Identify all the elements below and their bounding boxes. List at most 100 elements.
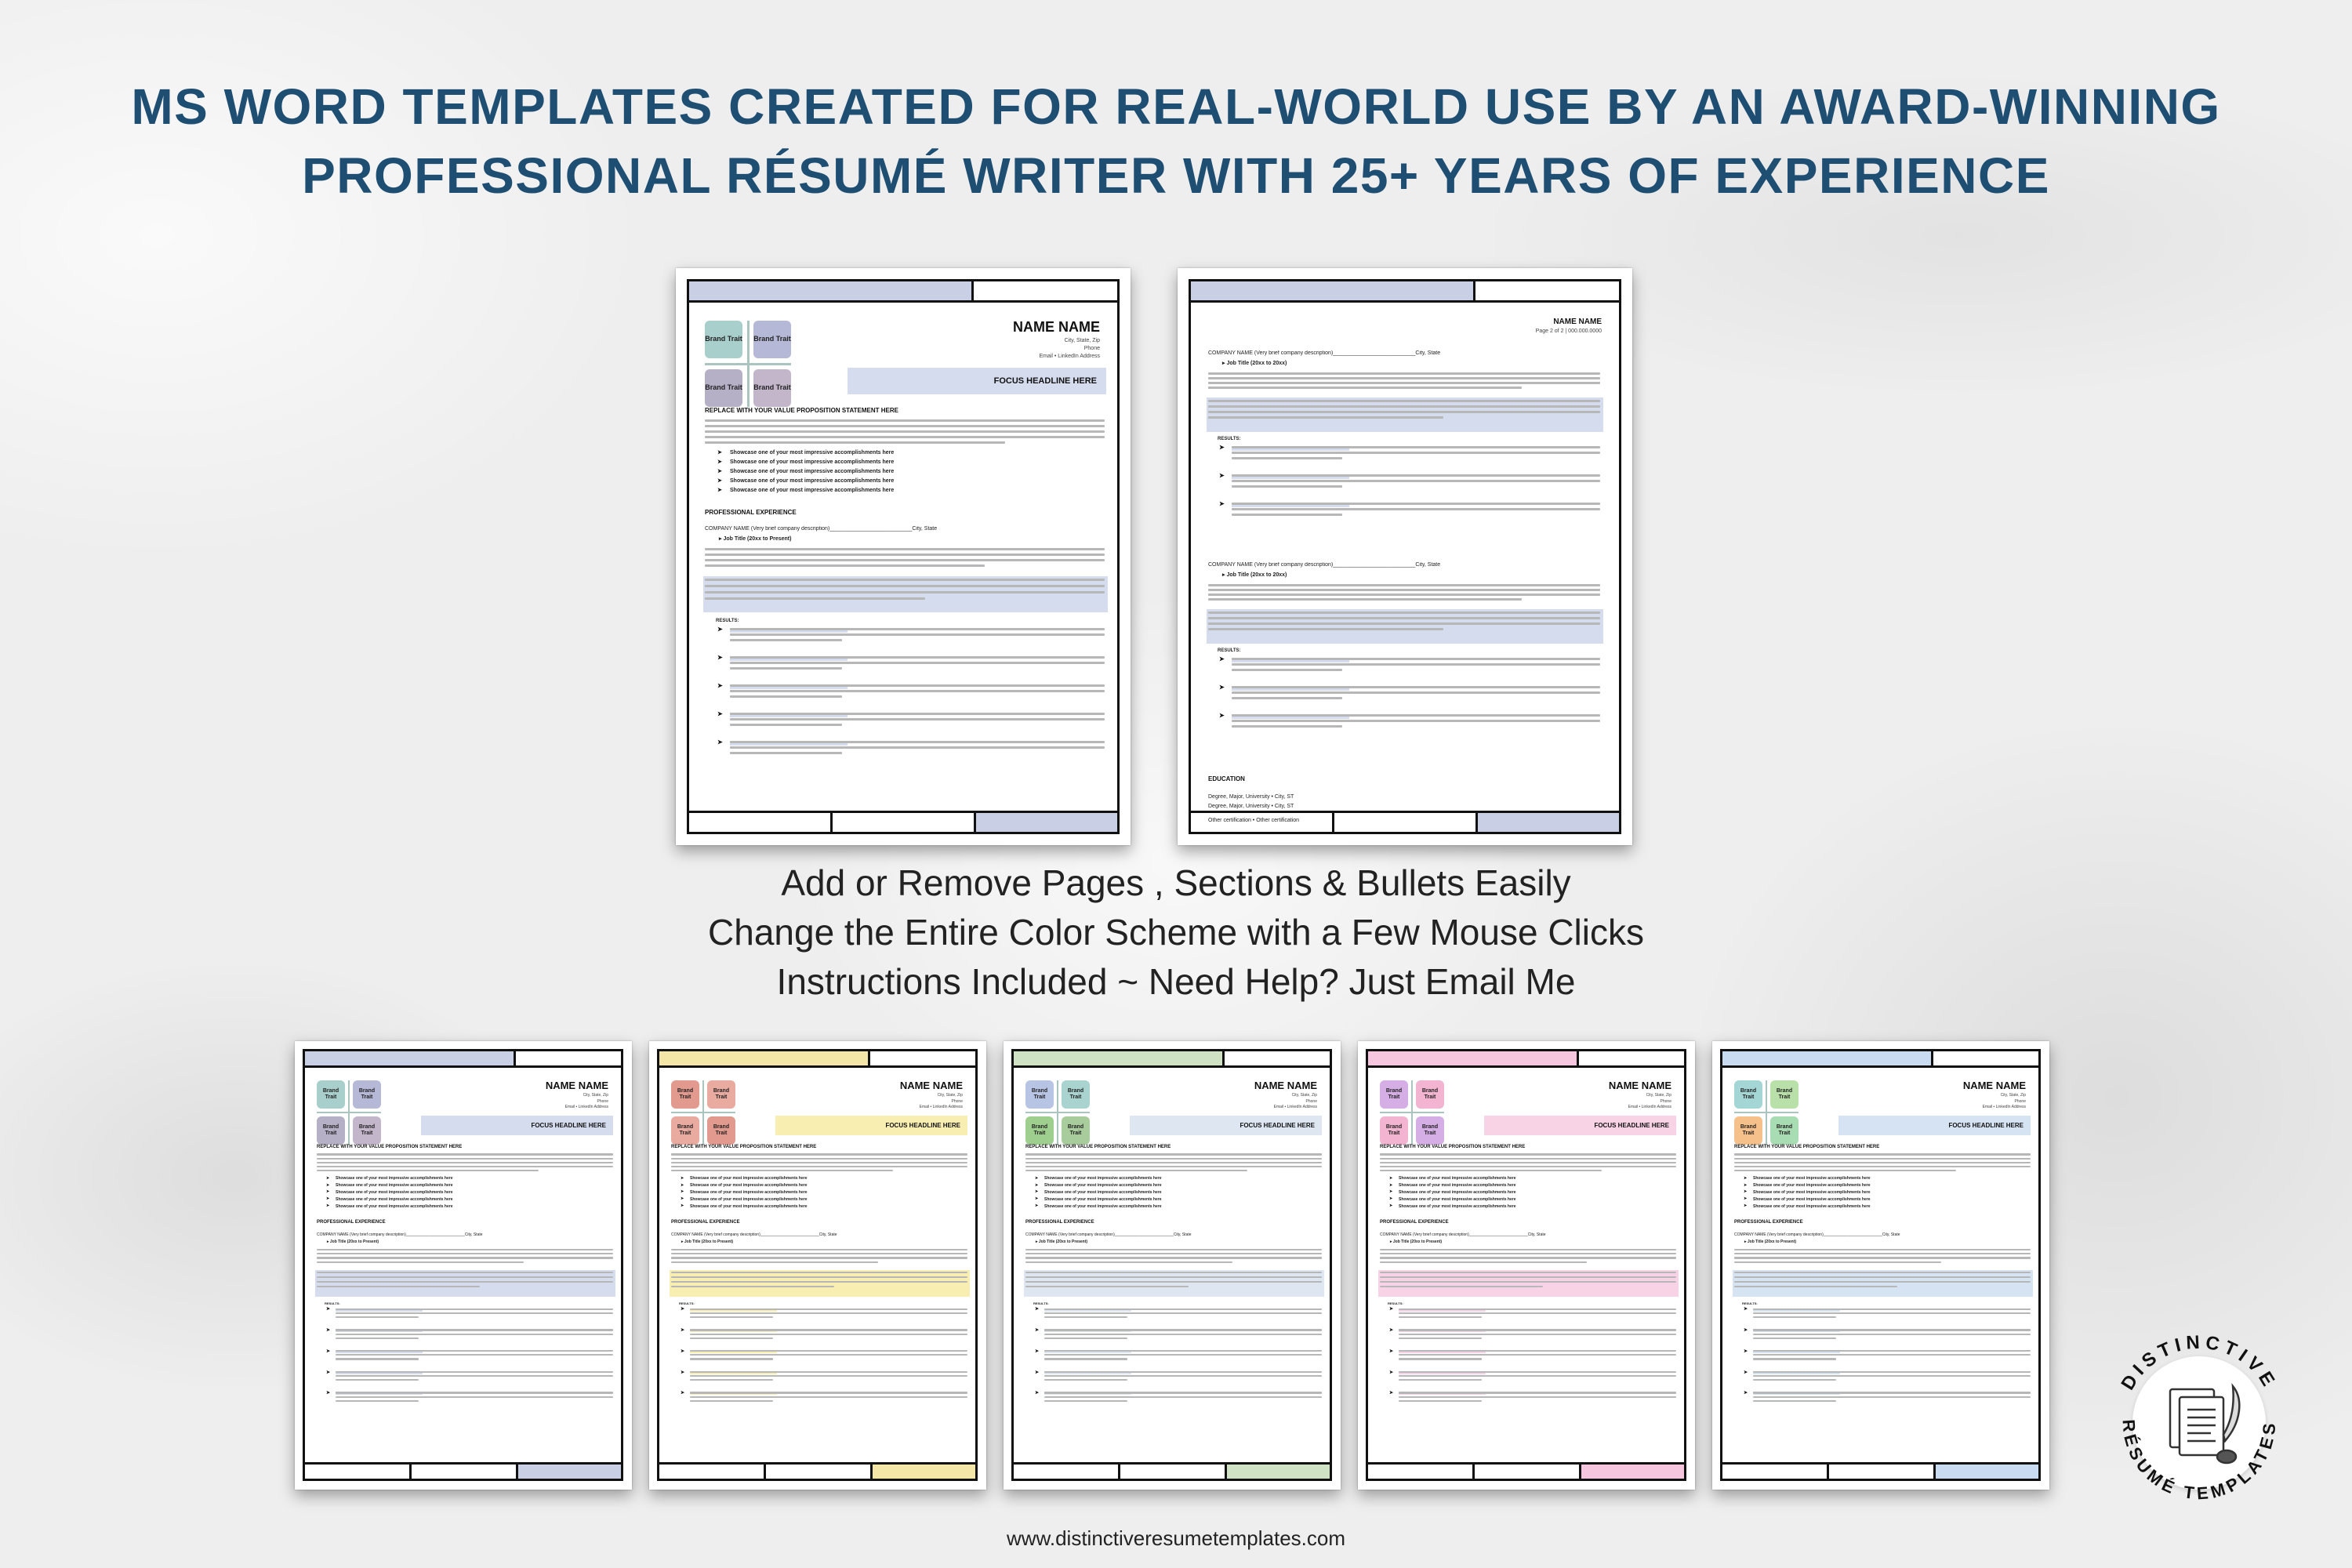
header-bar-right <box>1224 1051 1330 1065</box>
bullet-arrow: ➤ <box>1219 444 1225 451</box>
text-line <box>1398 1354 1676 1356</box>
text-line <box>1232 514 1342 516</box>
text-line <box>1398 1329 1676 1331</box>
text-line <box>705 559 1105 561</box>
text-line <box>1733 1253 2031 1255</box>
contact-line: Phone <box>1083 346 1100 351</box>
text-line <box>1398 1337 1482 1339</box>
text-line <box>1733 1161 2031 1164</box>
resume-preview-page-2: NAME NAME Page 2 of 2 | 000.000.0000 COMPA… <box>1178 268 1632 845</box>
header-bar-right <box>974 281 1117 300</box>
bullet-arrow: ➤ <box>681 1196 684 1201</box>
focus-headline: FOCUS HEADLINE HERE <box>848 368 1106 394</box>
text-line <box>689 1350 967 1352</box>
contact-line: City, State, Zip <box>1291 1093 1317 1098</box>
company-line: COMPANY NAME (Very brief company descrip… <box>1025 1232 1192 1237</box>
body-text <box>670 1271 967 1290</box>
text-line <box>335 1399 419 1402</box>
text-line <box>689 1316 773 1319</box>
bullet-arrow: ➤ <box>681 1307 685 1312</box>
text-line <box>1398 1316 1482 1319</box>
text-line <box>1752 1370 2031 1373</box>
bullet-arrow: ➤ <box>1035 1183 1039 1188</box>
color-variant-page-green: Brand Trait Brand Trait Brand Trait Brand T… <box>1004 1041 1341 1490</box>
text-line <box>670 1276 967 1279</box>
bullet-arrow: ➤ <box>717 478 722 484</box>
text-line <box>1025 1276 1322 1279</box>
bullet-arrow: ➤ <box>1389 1307 1394 1312</box>
text-line <box>670 1253 967 1255</box>
text-line <box>730 718 1105 720</box>
text-line <box>1379 1253 1676 1255</box>
bullet-text: Showcase one of your most impressive acc… <box>730 478 895 484</box>
bullet-arrow: ➤ <box>326 1307 331 1312</box>
experience-title: PROFESSIONAL EXPERIENCE <box>1734 1220 1803 1225</box>
text-line <box>1208 400 1600 402</box>
feature-taglines: Add or Remove Pages , Sections & Bullets… <box>0 858 2352 1007</box>
text-line <box>1752 1312 2031 1315</box>
header-bar-left <box>659 1051 870 1065</box>
logo-svg: DISTINCTIVE RÉSUMÉ TEMPLATES <box>2117 1332 2276 1504</box>
text-line <box>1398 1308 1676 1310</box>
text-line <box>1044 1354 1322 1356</box>
body-text <box>316 1249 613 1265</box>
text-line <box>1208 589 1600 591</box>
contact-line: Phone <box>1305 1099 1317 1104</box>
bullet-text: Showcase one of your most impressive acc… <box>336 1190 453 1195</box>
job-title: ▸ Job Title (20xx to Present) <box>719 536 792 542</box>
text-line <box>1025 1253 1322 1255</box>
degree-line: Degree, Major, University • City, ST <box>1208 804 1294 809</box>
contact-line: Email • LinkedIn Address <box>1273 1105 1317 1109</box>
body-text <box>1733 1153 2031 1174</box>
tagline-2: Change the Entire Color Scheme with a Fe… <box>708 912 1644 953</box>
header-bar-left <box>1722 1051 1933 1065</box>
footer-bar-seg <box>689 813 833 832</box>
bullet-text: Showcase one of your most impressive acc… <box>336 1183 453 1188</box>
footer-bar-seg <box>1474 1465 1581 1479</box>
bullet-text: Showcase one of your most impressive acc… <box>730 459 895 465</box>
text-line <box>705 564 985 567</box>
page-frame: Brand Trait Brand Trait Brand Trait Brand T… <box>1720 1049 2041 1481</box>
company-line: COMPANY NAME (Very brief company descrip… <box>671 1232 837 1237</box>
text-line <box>1232 508 1600 510</box>
text-line <box>670 1261 879 1263</box>
bullet-text: Showcase one of your most impressive acc… <box>690 1197 808 1202</box>
text-line <box>730 752 843 754</box>
text-line <box>1752 1316 1836 1319</box>
text-line <box>335 1354 613 1356</box>
brand-trait-box: Brand Trait <box>1062 1116 1090 1145</box>
footer-bar-seg <box>1581 1465 1684 1479</box>
header-bar-right <box>515 1051 621 1065</box>
experience-title: PROFESSIONAL EXPERIENCE <box>317 1220 386 1225</box>
results-label: RESULTS: <box>1742 1301 1758 1305</box>
text-line <box>1733 1280 2031 1283</box>
bullet-arrow: ➤ <box>681 1349 685 1354</box>
bullet-arrow: ➤ <box>681 1183 684 1188</box>
text-line <box>316 1170 539 1172</box>
text-line <box>1733 1285 1897 1287</box>
job-title: ▸ Job Title (20xx to Present) <box>1390 1240 1443 1244</box>
text-line <box>670 1153 967 1156</box>
text-line <box>1044 1396 1322 1398</box>
brand-trait-box: Brand Trait <box>1770 1116 1798 1145</box>
text-line <box>670 1170 894 1172</box>
text-line <box>730 667 843 670</box>
text-line <box>1379 1261 1588 1263</box>
bullet-arrow: ➤ <box>1035 1328 1040 1333</box>
results-label: RESULTS: <box>1033 1301 1049 1305</box>
text-line <box>689 1337 773 1339</box>
brand-trait-box: Brand Trait <box>317 1080 345 1109</box>
header-bar-left <box>1014 1051 1225 1065</box>
bullet-arrow: ➤ <box>1035 1189 1039 1194</box>
text-line <box>1733 1165 2031 1168</box>
text-line <box>1752 1396 2031 1398</box>
footer-bar-seg <box>1722 1465 1829 1479</box>
text-line <box>705 597 925 600</box>
text-line <box>730 628 1105 630</box>
text-line <box>670 1161 967 1164</box>
text-line <box>1232 663 1600 666</box>
text-line <box>670 1165 967 1168</box>
text-line <box>1044 1308 1322 1310</box>
value-prop-title: REPLACE WITH YOUR VALUE PROPOSITION STAT… <box>1380 1145 1526 1149</box>
text-line <box>1752 1374 2031 1377</box>
